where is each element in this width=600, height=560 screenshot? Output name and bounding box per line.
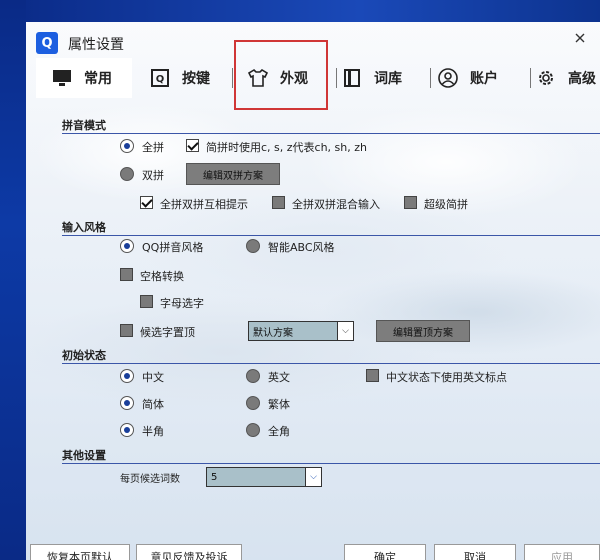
candidates-per-page-select[interactable]: 5 ⌵ xyxy=(206,467,322,487)
full-width-radio[interactable] xyxy=(246,423,260,437)
svg-text:Q: Q xyxy=(156,74,165,85)
simplified-label: 简体 xyxy=(142,398,164,411)
close-icon xyxy=(575,33,585,43)
qq-style-label: QQ拼音风格 xyxy=(142,241,204,254)
shorthand-checkbox[interactable] xyxy=(186,139,199,152)
candidate-top-label: 候选字置顶 xyxy=(140,326,195,339)
tab-divider xyxy=(232,68,233,88)
tab-divider xyxy=(530,68,531,88)
desktop-top-strip xyxy=(0,0,600,22)
mutual-hint-label: 全拼双拼互相提示 xyxy=(160,198,248,211)
account-icon xyxy=(438,68,458,88)
feedback-button[interactable]: 意见反馈及投诉 xyxy=(136,544,242,560)
chinese-radio[interactable] xyxy=(120,369,134,383)
book-icon xyxy=(342,68,362,88)
abc-style-radio[interactable] xyxy=(246,239,260,253)
qq-style-radio[interactable] xyxy=(120,239,134,253)
english-punct-checkbox[interactable] xyxy=(366,369,379,382)
tab-divider xyxy=(430,68,431,88)
tab-advanced[interactable]: 高级 xyxy=(536,58,600,98)
half-width-label: 半角 xyxy=(142,425,164,438)
key-icon: Q xyxy=(150,68,170,88)
mixed-input-checkbox[interactable] xyxy=(272,196,285,209)
section-title-initial-state: 初始状态 xyxy=(62,349,106,362)
english-radio[interactable] xyxy=(246,369,260,383)
chevron-down-icon: ⌵ xyxy=(305,468,321,486)
tab-label: 高级 xyxy=(568,71,596,87)
section-divider xyxy=(62,463,600,464)
desktop-left-edge xyxy=(0,0,26,560)
tab-label: 账户 xyxy=(470,71,498,87)
super-shorthand-label: 超级简拼 xyxy=(424,198,468,211)
chevron-down-icon: ⌵ xyxy=(337,322,353,340)
close-button[interactable] xyxy=(572,30,588,46)
candidates-per-page-label: 每页候选词数 xyxy=(120,474,180,485)
full-pinyin-label: 全拼 xyxy=(142,141,164,154)
section-title-pinyin-mode: 拼音模式 xyxy=(62,119,106,132)
full-pinyin-radio[interactable] xyxy=(120,139,134,153)
app-logo-icon: Q xyxy=(36,32,58,54)
mutual-hint-checkbox[interactable] xyxy=(140,196,153,209)
tab-keys[interactable]: Q 按键 xyxy=(150,58,240,98)
edit-double-scheme-button[interactable]: 编辑双拼方案 xyxy=(186,163,280,185)
mixed-input-label: 全拼双拼混合输入 xyxy=(292,198,380,211)
super-shorthand-checkbox[interactable] xyxy=(404,196,417,209)
window-title: 属性设置 xyxy=(68,37,124,53)
section-title-other: 其他设置 xyxy=(62,449,106,462)
letter-select-label: 字母选字 xyxy=(160,297,204,310)
cancel-button[interactable]: 取消 xyxy=(434,544,516,560)
restore-defaults-button[interactable]: 恢复本页默认 xyxy=(30,544,130,560)
traditional-radio[interactable] xyxy=(246,396,260,410)
tab-label: 常用 xyxy=(84,71,112,87)
highlight-frame xyxy=(234,40,328,110)
shorthand-label: 简拼时使用c, s, z代表ch, sh, zh xyxy=(206,141,367,154)
full-width-label: 全角 xyxy=(268,425,290,438)
simplified-radio[interactable] xyxy=(120,396,134,410)
candidate-top-checkbox[interactable] xyxy=(120,324,133,337)
tab-label: 按键 xyxy=(182,71,210,87)
ok-button[interactable]: 确定 xyxy=(344,544,426,560)
monitor-icon xyxy=(52,68,72,88)
space-convert-checkbox[interactable] xyxy=(120,268,133,281)
chinese-label: 中文 xyxy=(142,371,164,384)
tab-dictionary[interactable]: 词库 xyxy=(342,58,432,98)
candidates-per-page-value: 5 xyxy=(211,471,218,483)
section-divider xyxy=(62,363,600,364)
settings-window: Q 属性设置 常用 Q 按键 外观 词库 账户 高级 拼音模式 全拼 简拼时使用… xyxy=(26,22,600,560)
space-convert-label: 空格转换 xyxy=(140,270,184,283)
abc-style-label: 智能ABC风格 xyxy=(268,241,335,254)
english-punct-label: 中文状态下使用英文标点 xyxy=(386,371,507,384)
section-title-input-style: 输入风格 xyxy=(62,221,106,234)
half-width-radio[interactable] xyxy=(120,423,134,437)
traditional-label: 繁体 xyxy=(268,398,290,411)
double-pinyin-label: 双拼 xyxy=(142,169,164,182)
tab-divider xyxy=(336,68,337,88)
letter-select-checkbox[interactable] xyxy=(140,295,153,308)
edit-top-scheme-button[interactable]: 编辑置顶方案 xyxy=(376,320,470,342)
tab-common[interactable]: 常用 xyxy=(36,58,132,98)
double-pinyin-radio[interactable] xyxy=(120,167,134,181)
section-divider xyxy=(62,133,600,134)
apply-button[interactable]: 应用 xyxy=(524,544,600,560)
tab-label: 词库 xyxy=(374,71,402,87)
top-scheme-select[interactable]: 默认方案 ⌵ xyxy=(248,321,354,341)
top-scheme-value: 默认方案 xyxy=(253,327,293,339)
gear-icon xyxy=(536,68,556,88)
section-divider xyxy=(62,235,600,236)
english-label: 英文 xyxy=(268,371,290,384)
tab-account[interactable]: 账户 xyxy=(438,58,534,98)
